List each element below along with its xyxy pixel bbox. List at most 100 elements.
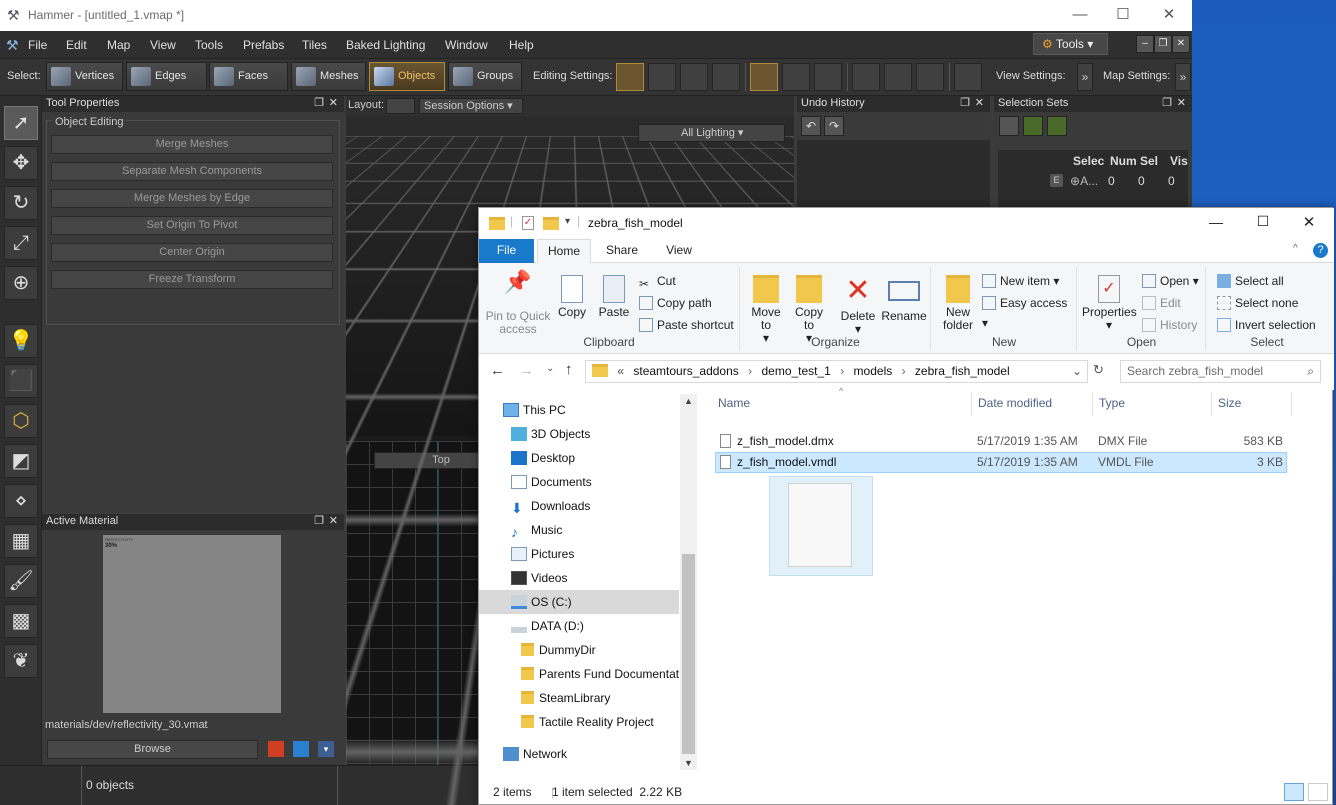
select-all-button[interactable]: Select all [1217,271,1284,291]
recent-locations-icon[interactable]: ⌄ [546,363,554,374]
nav-data-d[interactable]: DATA (D:) [479,614,679,638]
tab-file[interactable]: File [479,239,534,263]
file-row[interactable]: z_fish_model.dmx 5/17/2019 1:35 AM DMX F… [715,431,1287,452]
light-bulb-icon[interactable]: 💡 [4,324,38,358]
back-icon[interactable]: ← [490,362,505,379]
col-type[interactable]: Type [1099,396,1125,410]
entity-icon[interactable] [852,63,880,91]
menu-edit[interactable]: Edit [66,38,87,52]
close-icon[interactable]: ✕ [329,514,338,529]
center-origin-button[interactable]: Center Origin [51,243,333,262]
session-options-dropdown[interactable]: Session Options ▾ [419,98,523,114]
path-tool-icon[interactable]: ⋄ [4,484,38,518]
maximize-button[interactable]: ☐ [1248,213,1278,230]
undock-icon[interactable]: ❐ [1162,96,1172,111]
terrain-tool-icon[interactable]: ▩ [4,604,38,638]
properties-button[interactable]: ✓ Properties ▾ [1082,275,1136,332]
maximize-button[interactable]: ☐ [1100,0,1146,31]
select-box-icon[interactable] [814,63,842,91]
close-button[interactable]: ✕ [1146,0,1192,31]
pick-material-icon[interactable] [268,741,284,757]
block-tool-icon[interactable]: ⬛ [4,364,38,398]
col-name[interactable]: Name [718,396,750,410]
refresh-icon[interactable]: ↻ [1093,362,1104,378]
copy-path-button[interactable]: Copy path [639,293,712,313]
scroll-down-icon[interactable]: ▼ [684,758,693,768]
breadcrumb-zebra-fish-model[interactable]: zebra_fish_model [915,364,1010,378]
nav-documents[interactable]: Documents [479,470,679,494]
minimize-button[interactable]: — [1201,214,1231,230]
file-row-selected[interactable]: z_fish_model.vmdl 5/17/2019 1:35 AM VMDL… [715,452,1287,473]
tools-dropdown[interactable]: ⚙ Tools ▾ [1033,33,1108,55]
address-bar[interactable]: « steamtours_addons › demo_test_1 › mode… [585,360,1088,383]
help-icon[interactable]: ? [1313,243,1328,258]
expand-view-settings-icon[interactable]: » [1077,63,1093,91]
new-item-button[interactable]: New item ▾ [982,271,1059,291]
close-icon[interactable]: ✕ [975,96,984,111]
select-objects-button[interactable]: Objects [369,62,445,91]
cube-icon[interactable] [884,63,912,91]
new-folder-button[interactable]: New folder [938,275,978,332]
paste-shortcut-button[interactable]: Paste shortcut [639,315,734,335]
minimize-button[interactable]: — [1057,0,1103,31]
select-none-button[interactable]: Select none [1217,293,1298,313]
checker-icon[interactable] [750,63,778,91]
mushroom-icon[interactable] [916,63,944,91]
undock-icon[interactable]: ❐ [314,514,324,529]
history-button[interactable]: History [1142,315,1197,335]
nav-downloads[interactable]: ⬇ Downloads [479,494,679,518]
nav-steamlibrary[interactable]: SteamLibrary [479,686,679,710]
breadcrumb-overflow[interactable]: « [617,364,624,378]
undo-history-list[interactable] [797,140,990,208]
nav-network[interactable]: Network [479,742,679,766]
nav-scrollbar[interactable]: ▲ ▼ [680,394,697,770]
paint-tool-icon[interactable]: 🖌 [4,564,38,598]
paste-button[interactable]: Paste [597,275,631,319]
add-selection-set-icon[interactable] [1023,116,1043,136]
tab-share[interactable]: Share [595,239,649,263]
undock-icon[interactable]: ❐ [960,96,970,111]
tab-view[interactable]: View [652,239,706,263]
select-through-icon[interactable] [782,63,810,91]
col-size[interactable]: Size [1218,396,1241,410]
large-icons-view-icon[interactable] [1308,783,1328,801]
nav-scroll-thumb[interactable] [682,554,695,754]
col-date[interactable]: Date modified [978,396,1052,410]
open-button[interactable]: Open ▾ [1142,271,1199,291]
world-icon[interactable] [712,63,740,91]
breadcrumb-steamtours-addons[interactable]: steamtours_addons [633,364,738,378]
material-menu-icon[interactable]: ▾ [318,741,334,757]
tab-home[interactable]: Home [537,239,591,263]
lighting-mode-dropdown[interactable]: All Lighting ▾ [638,124,785,142]
panel-close-button[interactable]: ✕ [1172,35,1190,53]
customize-qa-icon[interactable]: ▾ [565,216,570,227]
menu-file[interactable]: File [28,38,47,52]
nav-music[interactable]: ♪ Music [479,518,679,542]
collapse-ribbon-icon[interactable]: ^ [1293,243,1298,254]
panel-restore-button[interactable]: ❐ [1154,35,1172,53]
menu-prefabs[interactable]: Prefabs [243,38,284,52]
select-groups-button[interactable]: Groups [448,62,522,91]
gamepad-icon[interactable] [954,63,982,91]
expand-map-settings-icon[interactable]: » [1175,63,1191,91]
merge-meshes-by-edge-button[interactable]: Merge Meshes by Edge [51,189,333,208]
undo-icon[interactable]: ↶ [801,116,821,136]
up-icon[interactable]: ↑ [565,361,573,378]
forward-icon[interactable]: → [519,362,534,379]
layout-select[interactable] [386,98,415,114]
menu-view[interactable]: View [150,38,176,52]
address-dropdown-icon[interactable]: ⌄ [1072,361,1082,382]
menu-tiles[interactable]: Tiles [302,38,327,52]
hammer-menu-icon[interactable]: ⚒ [6,37,19,54]
scroll-up-icon[interactable]: ▲ [684,396,693,406]
properties-qa-icon[interactable]: ✓ [522,216,534,230]
menu-map[interactable]: Map [107,38,130,52]
nav-os-c[interactable]: OS (C:) [479,590,679,614]
nav-3d-objects[interactable]: 3D Objects [479,422,679,446]
axis-icon[interactable] [648,63,676,91]
polygon-tool-icon[interactable]: ⬡ [4,404,38,438]
nav-pictures[interactable]: Pictures [479,542,679,566]
breadcrumb-demo-test-1[interactable]: demo_test_1 [761,364,830,378]
menu-tools[interactable]: Tools [195,38,223,52]
select-meshes-button[interactable]: Meshes [291,62,366,91]
